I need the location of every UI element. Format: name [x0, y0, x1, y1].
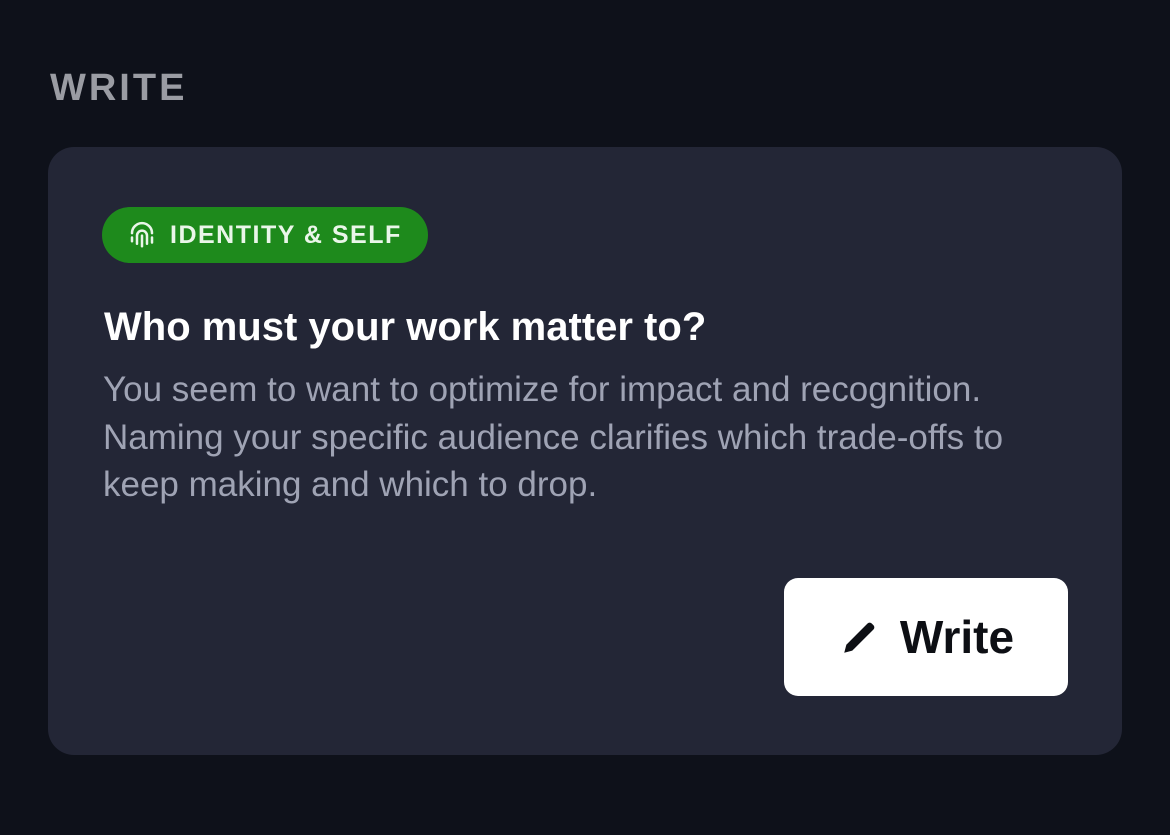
- prompt-card: IDENTITY & SELF Who must your work matte…: [48, 147, 1122, 755]
- write-button[interactable]: Write: [784, 578, 1068, 696]
- pencil-icon: [838, 615, 882, 659]
- category-label: IDENTITY & SELF: [170, 221, 402, 249]
- write-button-label: Write: [899, 611, 1015, 663]
- prompt-title: Who must your work matter to?: [104, 305, 707, 349]
- section-heading: WRITE: [50, 67, 188, 109]
- prompt-description: You seem to want to optimize for impact …: [103, 370, 1004, 504]
- fingerprint-icon: [126, 219, 158, 251]
- category-badge: IDENTITY & SELF: [102, 207, 428, 263]
